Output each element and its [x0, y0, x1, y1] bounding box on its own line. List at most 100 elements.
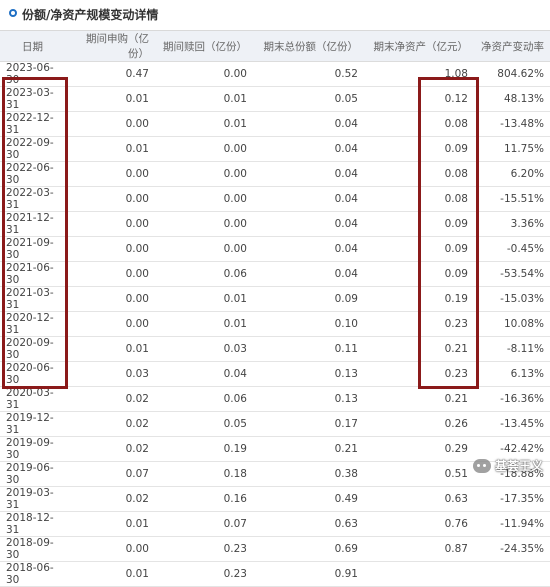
cell-change-rate: 3.36% [474, 211, 550, 237]
cell-subscription: 0.03 [66, 361, 155, 387]
table-row: 2018-06-30 0.01 0.23 0.91 [0, 561, 550, 587]
column-header-date: 日期 [0, 31, 66, 62]
cell-total-shares: 0.09 [253, 286, 364, 312]
cell-change-rate: -0.45% [474, 236, 550, 262]
cell-date: 2020-03-31 [0, 386, 66, 412]
cell-total-shares: 0.04 [253, 186, 364, 212]
cell-date: 2019-09-30 [0, 436, 66, 462]
column-header-total-shares: 期末总份额（亿份） [253, 31, 364, 62]
cell-change-rate: -16.36% [474, 386, 550, 412]
cell-redemption: 0.23 [155, 561, 253, 587]
table-row: 2019-03-31 0.02 0.16 0.49 0.63 -17.35% [0, 486, 550, 512]
cell-date: 2019-06-30 [0, 461, 66, 487]
cell-total-shares: 0.91 [253, 561, 364, 587]
cell-subscription: 0.02 [66, 411, 155, 437]
cell-redemption: 0.16 [155, 486, 253, 512]
cell-redemption: 0.00 [155, 61, 253, 87]
column-header-redemption: 期间赎回（亿份） [155, 31, 253, 62]
table-row: 2019-09-30 0.02 0.19 0.21 0.29 -42.42% [0, 436, 550, 462]
cell-change-rate: -15.03% [474, 286, 550, 312]
cell-subscription: 0.01 [66, 561, 155, 587]
cell-date: 2018-06-30 [0, 561, 66, 587]
cell-redemption: 0.06 [155, 386, 253, 412]
cell-total-shares: 0.05 [253, 86, 364, 112]
cell-change-rate: 804.62% [474, 61, 550, 87]
cell-net-assets: 0.63 [364, 486, 474, 512]
panel-title: 份额/净资产规模变动详情 [22, 8, 159, 22]
wechat-icon [472, 458, 491, 473]
cell-total-shares: 0.04 [253, 261, 364, 287]
cell-subscription: 0.00 [66, 111, 155, 137]
cell-redemption: 0.23 [155, 536, 253, 562]
cell-total-shares: 0.13 [253, 361, 364, 387]
cell-change-rate: 6.13% [474, 361, 550, 387]
cell-change-rate: 6.20% [474, 161, 550, 187]
cell-subscription: 0.00 [66, 536, 155, 562]
cell-change-rate [474, 561, 550, 587]
cell-net-assets: 0.21 [364, 386, 474, 412]
panel-header: 份额/净资产规模变动详情 [0, 0, 550, 31]
cell-date: 2019-03-31 [0, 486, 66, 512]
cell-change-rate: 48.13% [474, 86, 550, 112]
cell-subscription: 0.07 [66, 461, 155, 487]
cell-net-assets: 0.29 [364, 436, 474, 462]
cell-redemption: 0.03 [155, 336, 253, 362]
cell-total-shares: 0.38 [253, 461, 364, 487]
table-row: 2019-06-30 0.07 0.18 0.38 0.51 -18.88% [0, 461, 550, 487]
cell-change-rate: -17.35% [474, 486, 550, 512]
cell-change-rate: 11.75% [474, 136, 550, 162]
watermark-text: 基荟王义 [494, 459, 543, 473]
cell-total-shares: 0.21 [253, 436, 364, 462]
cell-redemption: 0.01 [155, 111, 253, 137]
cell-subscription: 0.00 [66, 211, 155, 237]
cell-redemption: 0.05 [155, 411, 253, 437]
cell-subscription: 0.02 [66, 386, 155, 412]
cell-net-assets [364, 561, 474, 587]
cell-total-shares: 0.04 [253, 236, 364, 262]
cell-change-rate: 10.08% [474, 311, 550, 337]
cell-total-shares: 0.04 [253, 111, 364, 137]
cell-subscription: 0.01 [66, 86, 155, 112]
cell-date: 2019-12-31 [0, 411, 66, 437]
cell-subscription: 0.00 [66, 186, 155, 212]
circle-bullet-icon [9, 9, 17, 17]
table-row: 2018-12-31 0.01 0.07 0.63 0.76 -11.94% [0, 511, 550, 537]
cell-change-rate: -53.54% [474, 261, 550, 287]
cell-redemption: 0.19 [155, 436, 253, 462]
cell-redemption: 0.07 [155, 511, 253, 537]
cell-subscription: 0.01 [66, 511, 155, 537]
cell-redemption: 0.18 [155, 461, 253, 487]
cell-change-rate: -13.48% [474, 111, 550, 137]
cell-net-assets: 0.26 [364, 411, 474, 437]
cell-total-shares: 0.17 [253, 411, 364, 437]
cell-redemption: 0.06 [155, 261, 253, 287]
cell-total-shares: 0.10 [253, 311, 364, 337]
cell-subscription: 0.01 [66, 336, 155, 362]
cell-subscription: 0.00 [66, 311, 155, 337]
cell-redemption: 0.00 [155, 161, 253, 187]
cell-redemption: 0.04 [155, 361, 253, 387]
cell-subscription: 0.00 [66, 161, 155, 187]
cell-total-shares: 0.04 [253, 161, 364, 187]
cell-total-shares: 0.52 [253, 61, 364, 87]
cell-net-assets: 0.51 [364, 461, 474, 487]
cell-total-shares: 0.04 [253, 211, 364, 237]
cell-change-rate: -11.94% [474, 511, 550, 537]
cell-change-rate: -24.35% [474, 536, 550, 562]
table-row: 2020-03-31 0.02 0.06 0.13 0.21 -16.36% [0, 386, 550, 412]
cell-subscription: 0.00 [66, 236, 155, 262]
cell-date: 2018-12-31 [0, 511, 66, 537]
table-row: 2018-09-30 0.00 0.23 0.69 0.87 -24.35% [0, 536, 550, 562]
cell-total-shares: 0.11 [253, 336, 364, 362]
table-row: 2019-12-31 0.02 0.05 0.17 0.26 -13.45% [0, 411, 550, 437]
cell-redemption: 0.00 [155, 186, 253, 212]
cell-change-rate: -8.11% [474, 336, 550, 362]
cell-subscription: 0.00 [66, 286, 155, 312]
cell-subscription: 0.02 [66, 436, 155, 462]
cell-redemption: 0.00 [155, 236, 253, 262]
cell-redemption: 0.01 [155, 311, 253, 337]
date-highlight-box [2, 77, 68, 389]
cell-net-assets: 0.87 [364, 536, 474, 562]
column-header-net-assets: 期末净资产（亿元） [364, 31, 474, 62]
cell-date: 2018-09-30 [0, 536, 66, 562]
